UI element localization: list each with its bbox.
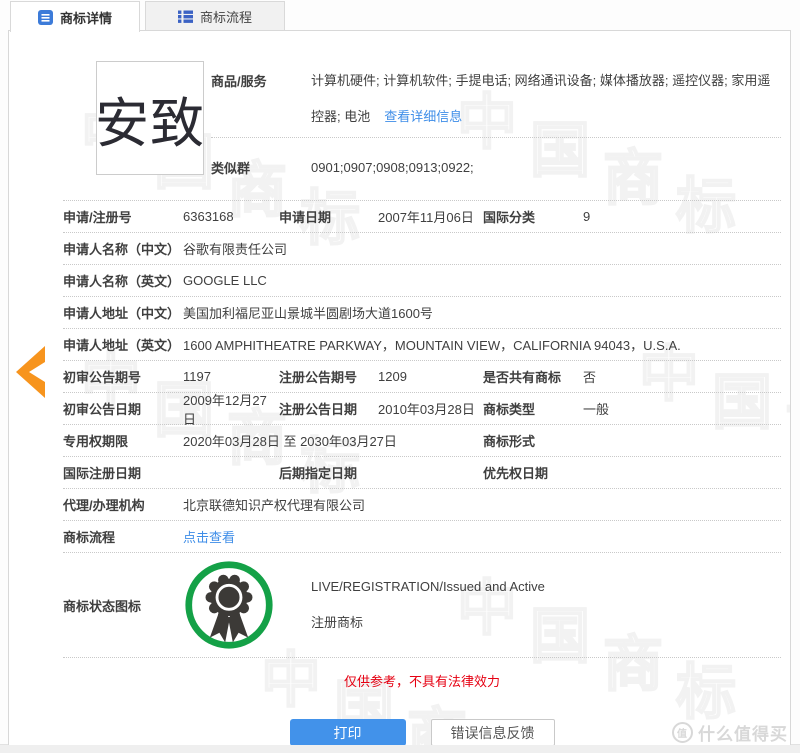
field-value: 9 [583,209,781,224]
table-row: 申请人名称（中文） 谷歌有限责任公司 [63,233,781,265]
field-label: 代理/办理机构 [63,495,183,514]
field-label: 申请人地址（英文） [63,335,183,354]
view-details-link[interactable]: 查看详细信息 [384,109,462,124]
goods-services-label: 商品/服务 [211,61,311,135]
table-row: 初审公告日期 2009年12月27日 注册公告日期 2010年03月28日 商标… [63,393,781,425]
disclaimer-text: 仅供参考，不具有法律效力 [63,671,781,689]
tab-label: 商标流程 [200,7,252,26]
top-section: 安致 商品/服务 计算机硬件; 计算机软件; 手提电话; 网络通讯设备; 媒体播… [63,61,781,190]
field-label: 后期指定日期 [279,463,378,482]
field-label: 国际注册日期 [63,463,183,482]
field-label: 优先权日期 [483,463,583,482]
field-value: 谷歌有限责任公司 [183,239,781,258]
document-icon [38,10,53,25]
table-row: 申请/注册号 6363168 申请日期 2007年11月06日 国际分类 9 [63,201,781,233]
field-label: 申请人地址（中文） [63,303,183,322]
similar-group-value: 0901;0907;0908;0913;0922; [311,160,781,175]
table-row: 国际注册日期 后期指定日期 优先权日期 [63,457,781,489]
site-watermark: 值 什么值得买 [672,720,788,745]
list-icon [178,9,193,24]
field-label: 初审公告日期 [63,399,183,418]
field-label: 注册公告日期 [279,399,378,418]
field-label: 商标形式 [483,431,583,450]
status-line-cn: 注册商标 [311,612,545,631]
table-row: 专用权期限 2020年03月28日 至 2030年03月27日 商标形式 [63,425,781,457]
field-label: 申请人名称（中文） [63,239,183,258]
field-value: 2007年11月06日 [378,207,483,226]
similar-group-row: 类似群 0901;0907;0908;0913;0922; [211,144,781,190]
field-value: 美国加利福尼亚山景城半圆剧场大道1600号 [183,303,781,322]
field-value: GOOGLE LLC [183,273,781,288]
table-row: 申请人地址（英文） 1600 AMPHITHEATRE PARKWAY，MOUN… [63,329,781,361]
smzdm-logo-icon: 值 [672,722,693,743]
field-label: 初审公告期号 [63,367,183,386]
field-value: 6363168 [183,209,279,224]
process-view-link[interactable]: 点击查看 [183,530,235,545]
table-row: 申请人名称（英文） GOOGLE LLC [63,265,781,297]
print-button[interactable]: 打印 [290,719,406,745]
field-value: 一般 [583,399,781,418]
field-label: 注册公告期号 [279,367,378,386]
field-value: 2010年03月28日 [378,399,483,418]
tab-trademark-process[interactable]: 商标流程 [145,1,285,30]
trademark-image: 安致 [96,61,204,175]
field-label: 申请日期 [279,207,378,226]
trademark-status-row: 商标状态图标 [63,553,781,658]
field-value: 1209 [378,369,483,384]
field-label: 国际分类 [483,207,583,226]
field-value: 否 [583,367,781,386]
field-label: 商标流程 [63,527,183,546]
field-label: 申请/注册号 [63,207,183,226]
footer-strip [0,744,800,753]
error-feedback-button[interactable]: 错误信息反馈 [431,719,555,745]
table-row: 商标流程 点击查看 [63,521,781,553]
award-ribbon-icon [183,559,275,651]
status-label: 商标状态图标 [63,596,183,615]
table-row: 申请人地址（中文） 美国加利福尼亚山景城半圆剧场大道1600号 [63,297,781,329]
table-row: 代理/办理机构 北京联德知识产权代理有限公司 [63,489,781,521]
tab-label: 商标详情 [60,8,112,27]
field-label: 商标类型 [483,399,583,418]
goods-services-value: 计算机硬件; 计算机软件; 手提电话; 网络通讯设备; 媒体播放器; 遥控仪器;… [311,61,781,135]
field-label: 专用权期限 [63,431,183,450]
collapse-left-arrow-icon[interactable] [12,340,46,407]
trademark-text: 安致 [96,79,204,158]
tab-trademark-details[interactable]: 商标详情 [10,1,140,32]
similar-group-label: 类似群 [211,158,311,177]
field-value: 北京联德知识产权代理有限公司 [183,495,781,514]
field-value: 1600 AMPHITHEATRE PARKWAY，MOUNTAIN VIEW，… [183,335,781,354]
field-label: 是否共有商标 [483,367,583,386]
status-line-en: LIVE/REGISTRATION/Issued and Active [311,579,545,594]
trademark-detail-card: 中国商标中国商标中国商标中国商标中国商标中国商标 安致 商品/服务 计算机硬件;… [8,30,791,745]
table-row: 初审公告期号 1197 注册公告期号 1209 是否共有商标 否 [63,361,781,393]
field-label: 申请人名称（英文） [63,271,183,290]
tab-bar: 商标详情 商标流程 [0,0,800,30]
site-watermark-text: 什么值得买 [698,720,788,745]
field-value: 1197 [183,369,279,384]
divider [211,137,781,138]
field-value: 2020年03月28日 至 2030年03月27日 [183,431,483,450]
field-value: 2009年12月27日 [183,390,279,428]
goods-services-row: 商品/服务 计算机硬件; 计算机软件; 手提电话; 网络通讯设备; 媒体播放器;… [211,61,781,135]
